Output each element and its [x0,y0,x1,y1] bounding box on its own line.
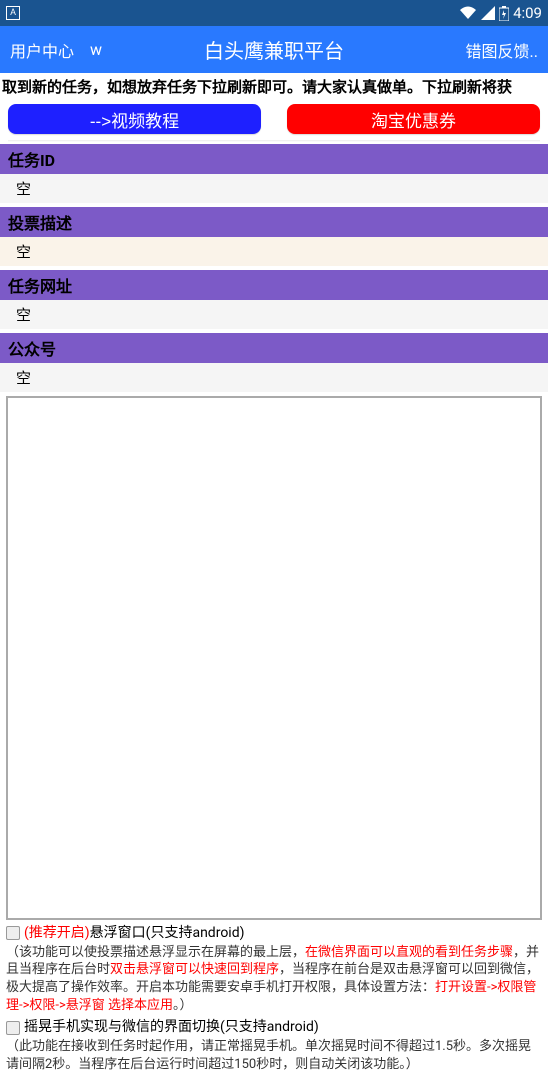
floating-window-label: (推荐开启)悬浮窗口(只支持android) [24,924,244,943]
user-center-link[interactable]: 用户中心 [10,38,74,62]
shake-desc: （此功能在接收到任务时起作用，请正常摇晃手机。单次摇晃时间不得超过1.5秒。多次… [6,1038,542,1073]
shake-option: 摇晃手机实现与微信的界面切换(只支持android) （此功能在接收到任务时起作… [0,1016,548,1075]
content-panel[interactable] [6,396,542,920]
app-bar-w[interactable]: w [90,40,102,59]
vote-desc-value: 空 [0,237,548,266]
task-url-value: 空 [0,300,548,329]
video-tutorial-button[interactable]: -->视频教程 [8,104,261,134]
app-bar: 用户中心 w 白头鹰兼职平台 错图反馈.. [0,26,548,73]
gzh-value: 空 [0,363,548,392]
battery-icon [499,6,509,21]
app-indicator-icon: A [6,6,20,20]
notice-marquee: 取到新的任务，如想放弃任务下拉刷新即可。请大家认真做单。下拉刷新将获 [0,73,548,100]
task-url-header: 任务网址 [0,270,548,300]
shake-checkbox[interactable] [6,1021,20,1035]
recommend-tag: (推荐开启) [24,925,90,941]
android-status-bar: A 4:09 [0,0,548,26]
floating-window-checkbox[interactable] [6,926,20,940]
status-time: 4:09 [513,4,542,22]
task-id-value: 空 [0,174,548,203]
button-row: -->视频教程 淘宝优惠券 [0,100,548,140]
page-title: 白头鹰兼职平台 [204,35,344,64]
task-id-header: 任务ID [0,144,548,174]
divider [8,140,540,142]
vote-desc-header: 投票描述 [0,207,548,237]
taobao-coupon-button[interactable]: 淘宝优惠券 [287,104,540,134]
gzh-header: 公众号 [0,333,548,363]
floating-window-desc: （该功能可以使投票描述悬浮显示在屏幕的最上层，在微信界面可以直观的看到任务步骤，… [6,944,542,1014]
status-right: 4:09 [459,4,542,22]
signal-icon [481,6,495,20]
wifi-icon [459,6,477,20]
status-left: A [6,6,20,20]
floating-window-title: 悬浮窗口(只支持android) [90,925,245,941]
shake-label: 摇晃手机实现与微信的界面切换(只支持android) [24,1018,319,1037]
feedback-link[interactable]: 错图反馈.. [466,38,538,62]
floating-window-option: (推荐开启)悬浮窗口(只支持android) （该功能可以使投票描述悬浮显示在屏… [0,922,548,1016]
